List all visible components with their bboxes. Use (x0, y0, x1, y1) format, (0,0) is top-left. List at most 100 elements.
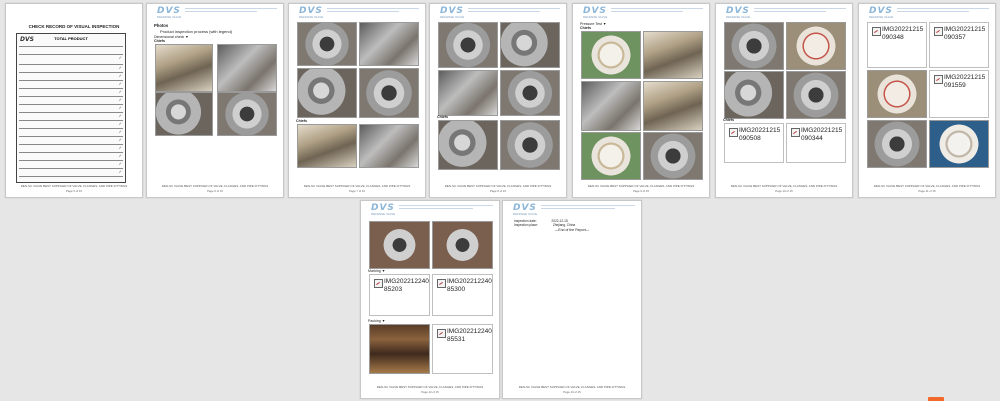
inspection-photo[interactable] (500, 120, 560, 170)
corner-tab[interactable] (928, 397, 944, 401)
photo-caption: Chiefs (580, 26, 591, 30)
company-logo-sub: DEFENSE VALVE (726, 15, 751, 19)
check-mark: ✓ (118, 113, 122, 118)
inspection-photo[interactable] (867, 120, 927, 168)
inspection-photo[interactable] (155, 92, 213, 136)
page-6[interactable]: DVS DEFENSE VALVE Chiefs IMG202212150905… (715, 3, 853, 198)
image-filename: IMG20221215091559 (944, 74, 986, 89)
inspection-photo[interactable] (643, 31, 703, 79)
bullet-text: Product inspection process (with legend) (160, 29, 233, 34)
inspection-photo[interactable] (724, 22, 784, 70)
check-mark: ✓ (118, 97, 122, 102)
inspection-photo[interactable] (500, 22, 560, 68)
image-filename: IMG20221224085300 (447, 278, 492, 293)
page-header: DVS DEFENSE VALVE (295, 6, 421, 20)
inspection-photo[interactable] (643, 132, 703, 180)
inspection-photo[interactable] (359, 22, 419, 66)
check-mark: ✓ (118, 81, 122, 86)
missing-image-placeholder[interactable]: IMG20221215090508 (724, 123, 784, 163)
broken-image-icon (934, 75, 943, 84)
check-mark: ✓ (118, 105, 122, 110)
checklist-title: CHECK RECORD OF VISUAL INSPECTION (28, 24, 120, 29)
inspection-photo[interactable] (438, 22, 498, 68)
missing-image-placeholder[interactable]: IMG20221224085531 (432, 324, 493, 374)
missing-image-placeholder[interactable]: IMG20221215091559 (929, 70, 989, 118)
image-filename: IMG20221215090508 (739, 127, 781, 142)
packing-photo[interactable] (369, 324, 430, 374)
pressure-gauge-photo[interactable] (581, 31, 641, 79)
inspection-photo[interactable] (786, 71, 846, 119)
missing-image-placeholder[interactable]: IMG20221224085300 (432, 274, 493, 316)
page-number: Page 6 of 15 (207, 189, 223, 193)
page-footer: DEN-SC VALVE BEST SUPPLIER OF VALVE, FLA… (161, 184, 269, 188)
inspection-photo[interactable] (297, 22, 357, 66)
page-header: DVS DEFENSE VALVE (722, 6, 848, 20)
inspection-photo[interactable] (438, 70, 498, 116)
page-9[interactable]: DVS DEFENSE VALVE Inspection date: 2022-… (502, 200, 642, 399)
image-filename: IMG20221224085203 (384, 278, 429, 293)
page-5[interactable]: DVS DEFENSE VALVE Pressure Test ▼ Chiefs… (572, 3, 710, 198)
photo-caption: Chiefs (723, 118, 734, 122)
inspection-place-row: Inspection place: Zhejiang, China (514, 223, 589, 227)
missing-image-placeholder[interactable]: IMG20221215090344 (786, 123, 846, 163)
inspection-photo[interactable] (643, 81, 703, 131)
check-mark: ✓ (118, 153, 122, 158)
inspection-photo[interactable] (217, 44, 277, 92)
page-8[interactable]: DVS DEFENSE VALVE Marking ▼ IMG202212240… (360, 200, 500, 399)
page-number: Page 11 of 15 (918, 189, 936, 193)
check-mark: ✓ (118, 55, 122, 60)
sheet-title: TOTAL PRODUCT (54, 36, 88, 41)
pressure-gauge-photo[interactable] (929, 120, 989, 168)
check-mark: ✓ (118, 121, 122, 126)
marking-photo[interactable] (432, 221, 493, 269)
inspection-photo[interactable] (724, 71, 784, 119)
page-footer: DEN-SC VALVE BEST SUPPLIER OF VALVE, FLA… (587, 184, 695, 188)
missing-image-placeholder[interactable]: IMG20221224085203 (369, 274, 430, 316)
page-1[interactable]: CHECK RECORD OF VISUAL INSPECTION DVS TO… (5, 3, 143, 198)
pressure-gauge-photo[interactable] (581, 132, 641, 180)
page-number: Page 13 of 15 (563, 390, 581, 394)
broken-image-icon (437, 329, 446, 338)
page-2[interactable]: DVS DEFENSE VALVE Photos Product inspect… (146, 3, 284, 198)
broken-image-icon (872, 27, 881, 36)
pressure-gauge-photo[interactable] (786, 22, 846, 70)
page-number: Page 9 of 15 (633, 189, 649, 193)
inspection-photo[interactable] (155, 44, 213, 92)
page-7[interactable]: DVS DEFENSE VALVE IMG20221215090348 IMG2… (858, 3, 996, 198)
inspection-photo[interactable] (297, 124, 357, 168)
check-mark: ✓ (118, 73, 122, 78)
check-mark: ✓ (118, 129, 122, 134)
company-logo-sub: DEFENSE VALVE (157, 15, 182, 19)
company-logo-sub: DEFENSE VALVE (869, 15, 894, 19)
marking-photo[interactable] (369, 221, 430, 269)
photo-caption: Chiefs (154, 39, 165, 43)
inspection-photo[interactable] (297, 68, 357, 118)
page-number: Page 7 of 15 (349, 189, 365, 193)
page-header: DVS DEFENSE VALVE (865, 6, 991, 20)
page-header: DVS DEFENSE VALVE (153, 6, 279, 20)
company-logo-sub: DEFENSE VALVE (440, 15, 465, 19)
check-mark: ✓ (118, 169, 122, 174)
inspection-photo[interactable] (217, 92, 277, 136)
page-3[interactable]: DVS DEFENSE VALVE Chiefs DEN-SC VALVE BE… (288, 3, 426, 198)
photo-caption: Chiefs (296, 119, 307, 123)
page-number: Page 12 of 15 (421, 390, 439, 394)
field-label: Inspection place: (514, 223, 538, 227)
image-filename: IMG20221224085531 (447, 328, 492, 343)
inspection-photo[interactable] (438, 120, 498, 170)
check-mark: ✓ (118, 145, 122, 150)
page-footer: DEN-SC VALVE BEST SUPPLIER OF VALVE, FLA… (873, 184, 981, 188)
page-4[interactable]: DVS DEFENSE VALVE Chiefs DEN-SC VALVE BE… (429, 3, 567, 198)
inspection-photo[interactable] (581, 81, 641, 131)
missing-image-placeholder[interactable]: IMG20221215090348 (867, 22, 927, 68)
missing-image-placeholder[interactable]: IMG20221215090357 (929, 22, 989, 68)
inspection-photo[interactable] (359, 68, 419, 118)
page-footer: DEN-SC VALVE BEST SUPPLIER OF VALVE, FLA… (518, 385, 626, 389)
inspection-photo[interactable] (359, 124, 419, 168)
inspection-photo[interactable] (500, 70, 560, 116)
pressure-gauge-photo[interactable] (867, 70, 927, 118)
broken-image-icon (791, 128, 800, 137)
page-footer: DEN-SC VALVE BEST SUPPLIER OF VALVE, FLA… (376, 385, 484, 389)
page-footer: DEN-SC VALVE BEST SUPPLIER OF VALVE, FLA… (303, 184, 411, 188)
field-value: Zhejiang, China (552, 223, 576, 227)
